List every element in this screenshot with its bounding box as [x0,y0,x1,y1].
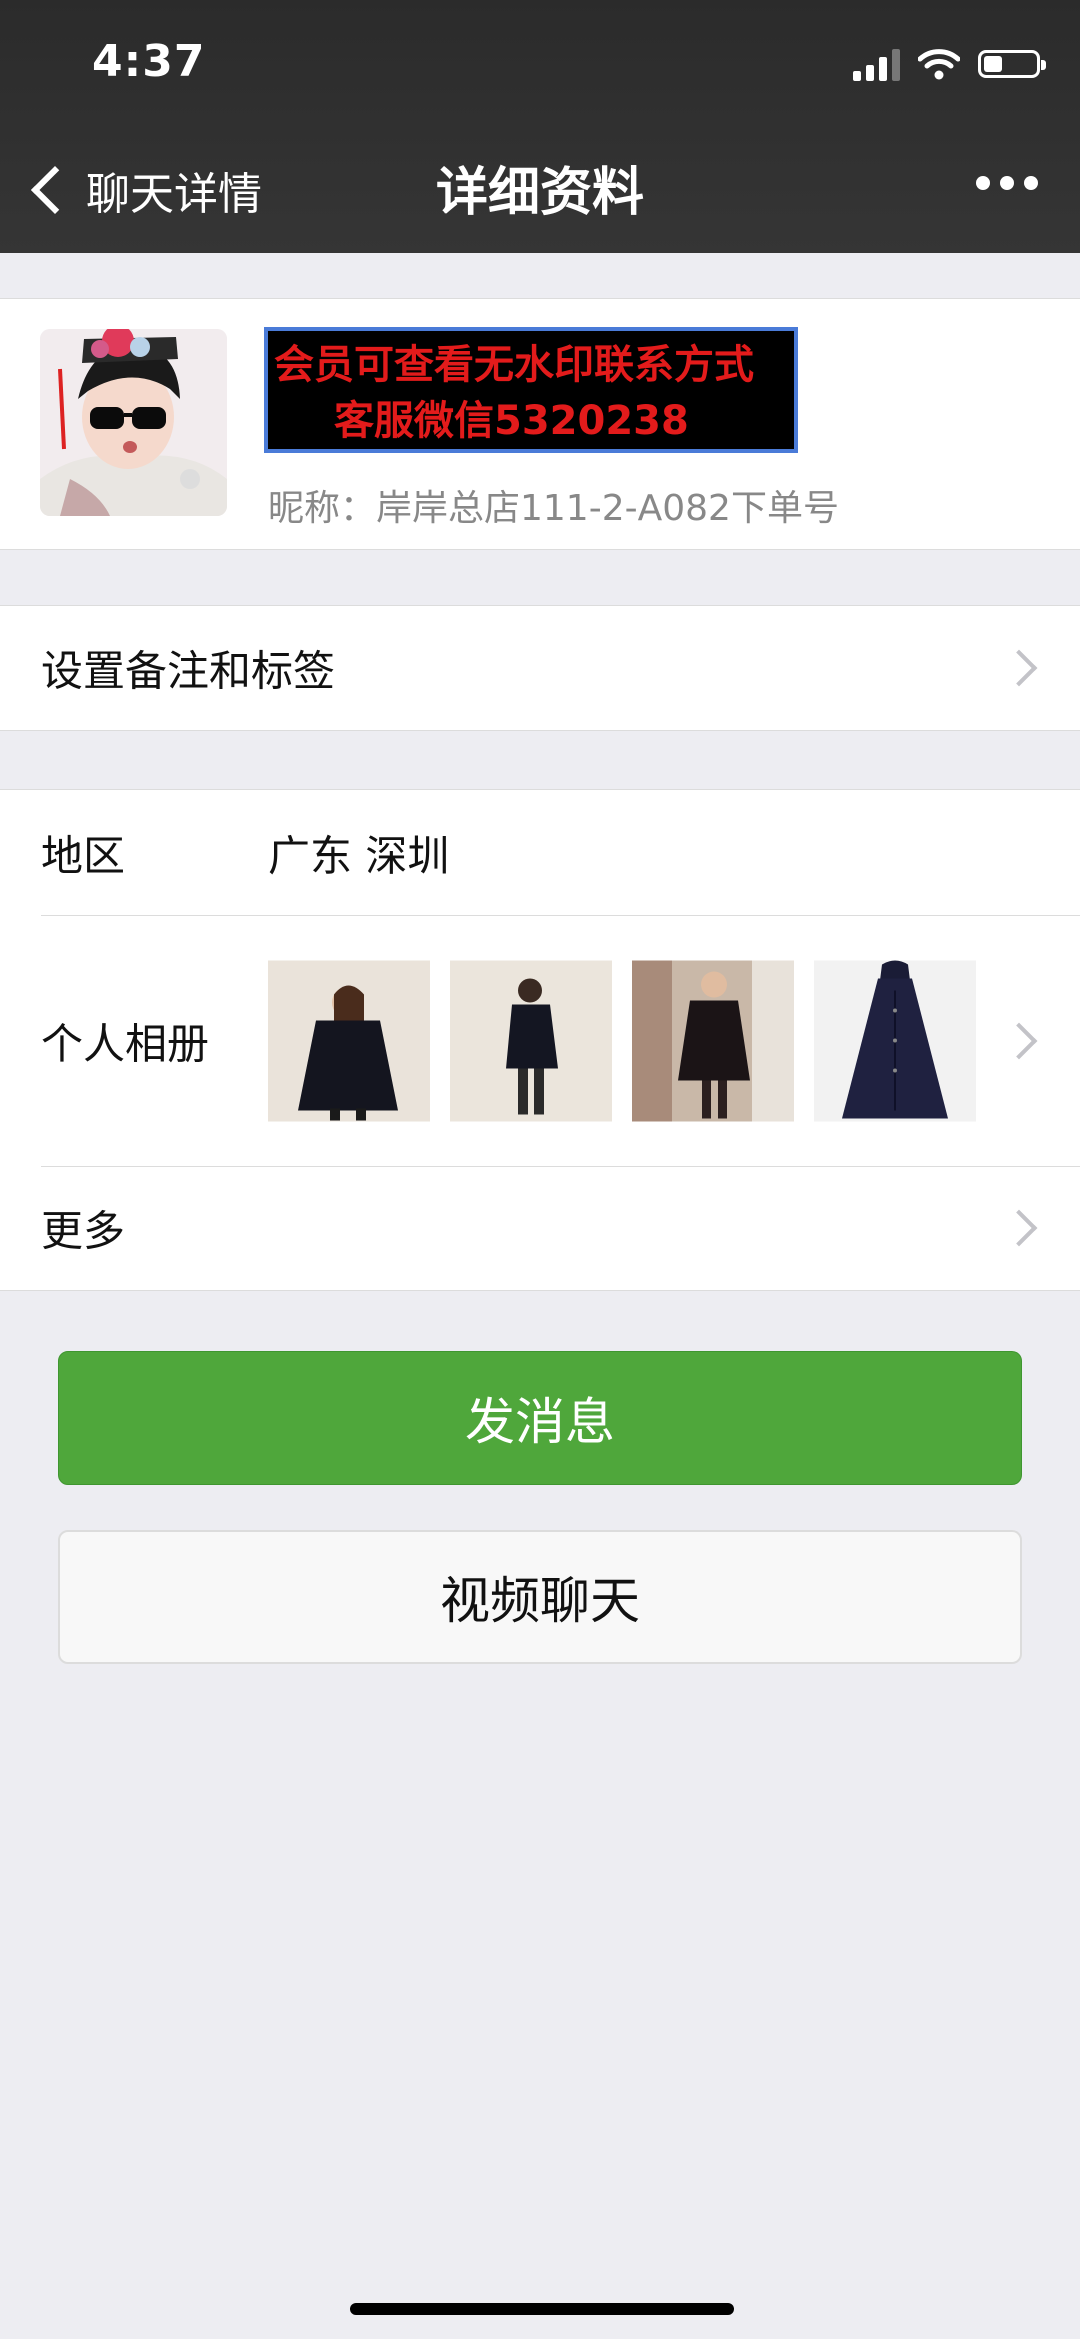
watermark-banner: 会员可查看无水印联系方式 客服微信5320238 [264,327,798,453]
watermark-line1: 会员可查看无水印联系方式 [274,342,754,388]
top-bar: 4:37 聊天详情 详细资料 [0,0,1080,253]
watermark-line2: 客服微信5320238 [334,398,689,444]
battery-icon [978,50,1046,78]
region-row: 地区 广东 深圳 [0,790,1080,915]
cellular-signal-icon [853,47,900,81]
album-thumbnail[interactable] [814,960,976,1121]
album-row[interactable]: 个人相册 [0,915,1080,1166]
album-thumbnail[interactable] [268,960,430,1121]
video-call-button[interactable]: 视频聊天 [58,1530,1022,1664]
more-label: 更多 [41,1206,126,1256]
status-time: 4:37 [92,36,206,87]
nickname: 昵称：岸岸总店111-2-A082下单号 [268,488,839,529]
wifi-icon [918,49,960,80]
album-thumbnails [268,960,976,1121]
more-options-button[interactable] [976,176,1038,190]
region-label: 地区 [41,831,126,880]
page-title: 详细资料 [435,163,644,223]
send-message-button[interactable]: 发消息 [58,1351,1022,1485]
album-label: 个人相册 [41,1019,210,1068]
info-group: 地区 广东 深圳 个人相册 更多 [0,789,1080,1291]
dot-icon [976,176,990,190]
more-row[interactable]: 更多 [0,1166,1080,1290]
dot-icon [1024,176,1038,190]
status-icons [853,44,1046,84]
avatar[interactable] [40,329,227,516]
album-thumbnail[interactable] [632,960,794,1121]
chevron-right-icon [1000,649,1038,687]
region-value: 广东 深圳 [268,831,450,880]
chevron-right-icon [1000,1022,1038,1059]
home-indicator[interactable] [350,2303,734,2315]
profile-card: 会员可查看无水印联系方式 客服微信5320238 昵称：岸岸总店111-2-A0… [0,298,1080,550]
remark-group: 设置备注和标签 [0,605,1080,731]
avatar-image [40,329,227,516]
dot-icon [1000,176,1014,190]
set-remark-tags-label: 设置备注和标签 [41,646,336,696]
album-thumbnail[interactable] [450,960,612,1121]
chevron-right-icon [1000,1209,1038,1247]
set-remark-tags-row[interactable]: 设置备注和标签 [0,606,1080,730]
